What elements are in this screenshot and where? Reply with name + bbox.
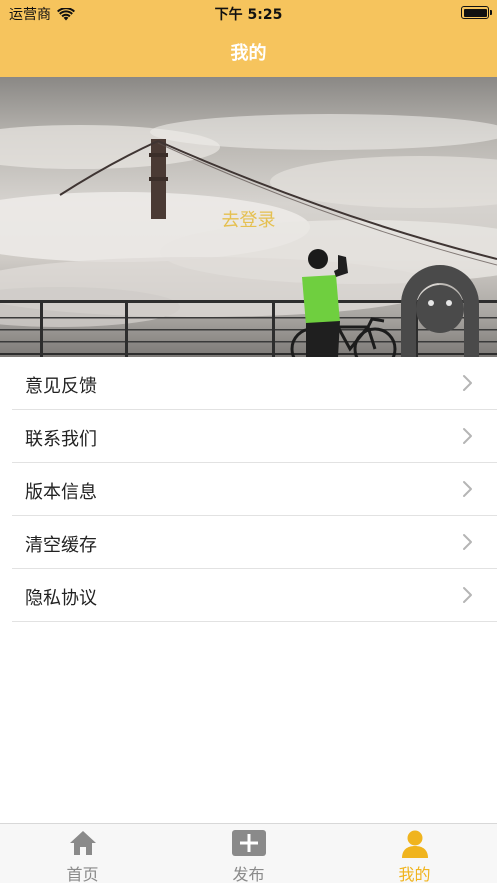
tab-publish[interactable]: 发布 [166,824,331,883]
menu-item-clear-cache[interactable]: 清空缓存 [12,516,497,569]
menu-item-label: 版本信息 [25,482,97,503]
menu-item-label: 清空缓存 [25,535,97,556]
tab-label: 发布 [232,865,265,883]
menu-item-label: 隐私协议 [25,588,97,609]
chevron-right-icon [463,481,472,497]
login-link[interactable]: 去登录 [0,206,497,232]
menu-item-contact[interactable]: 联系我们 [12,410,497,463]
settings-menu: 意见反馈 联系我们 版本信息 清空缓存 隐私协议 [0,357,497,622]
person-icon [401,830,428,858]
profile-header: 去登录 [0,77,497,357]
status-time: 下午 5:25 [214,7,283,23]
menu-item-privacy[interactable]: 隐私协议 [12,569,497,622]
home-icon [69,831,96,855]
tab-bar: 首页 发布 我的 [0,823,497,883]
chevron-right-icon [463,428,472,444]
chevron-right-icon [463,587,472,603]
plus-square-icon [231,830,266,856]
page-title: 我的 [230,43,267,64]
menu-item-label: 意见反馈 [25,376,97,397]
nav-bar: 我的 [0,26,497,77]
tab-mine[interactable]: 我的 [332,824,497,883]
menu-item-version[interactable]: 版本信息 [12,463,497,516]
chevron-right-icon [463,375,472,391]
tab-label: 我的 [398,865,431,883]
avatar-placeholder-icon[interactable] [401,265,479,357]
tab-home[interactable]: 首页 [0,824,165,883]
chevron-right-icon [463,534,472,550]
menu-item-label: 联系我们 [25,429,97,450]
battery-icon [461,6,492,19]
tab-label: 首页 [66,865,99,883]
status-bar: 运营商 下午 5:25 [0,0,497,26]
menu-item-feedback[interactable]: 意见反馈 [12,357,497,410]
